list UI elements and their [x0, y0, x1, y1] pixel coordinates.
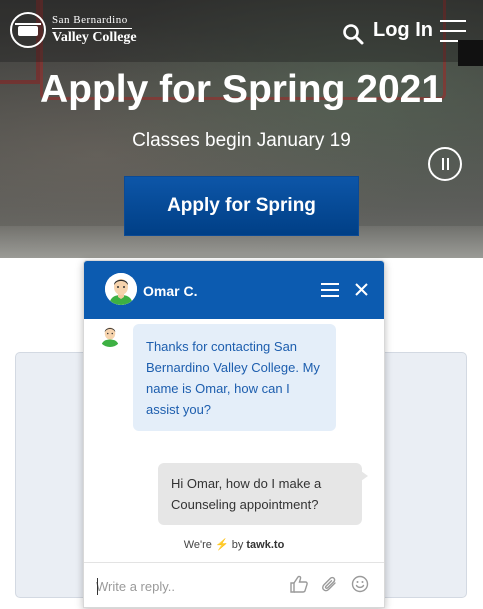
search-icon[interactable]	[341, 22, 365, 46]
agent-name: Omar C.	[143, 283, 198, 299]
thumbs-up-icon[interactable]	[289, 574, 309, 594]
hero-subtitle: Classes begin January 19	[132, 130, 351, 151]
top-navigation-bar: San Bernardino Valley College Log In	[0, 0, 483, 62]
logo-line-2: Valley College	[52, 30, 137, 45]
chat-header: Omar C.	[84, 261, 384, 319]
hero-title: Apply for Spring 2021	[39, 68, 444, 111]
chat-widget: Omar C. Thanks for contacting San Bernar…	[83, 260, 385, 608]
college-logo-icon	[10, 12, 46, 48]
logo-divider	[52, 28, 132, 29]
text-caret	[97, 578, 98, 595]
college-logo[interactable]: San Bernardino Valley College	[10, 10, 140, 54]
apply-for-spring-button[interactable]: Apply for Spring	[124, 176, 359, 236]
powered-by-tawk[interactable]: We're ⚡ by tawk.to	[84, 538, 384, 551]
smiley-icon[interactable]	[350, 574, 370, 594]
pause-icon[interactable]	[428, 147, 462, 181]
agent-avatar	[105, 273, 137, 305]
visitor-message: Hi Omar, how do I make a Counseling appo…	[158, 463, 368, 525]
logo-line-1: San Bernardino	[52, 14, 128, 26]
reply-composer	[84, 562, 384, 607]
hero-banner: San Bernardino Valley College Log In App…	[0, 0, 483, 258]
background-dark-patch	[458, 40, 483, 66]
paperclip-icon[interactable]	[320, 574, 340, 594]
powered-prefix: We're	[183, 539, 212, 551]
chat-menu-icon[interactable]	[321, 283, 339, 297]
tawk-brand: tawk.to	[246, 539, 285, 551]
hamburger-menu-icon[interactable]	[440, 20, 466, 42]
reply-input[interactable]	[96, 575, 276, 597]
agent-message: Thanks for contacting San Bernardino Val…	[133, 324, 336, 431]
powered-by-text: by	[231, 539, 244, 551]
close-icon[interactable]	[354, 282, 369, 297]
login-link[interactable]: Log In	[373, 19, 433, 42]
message-avatar	[98, 323, 122, 347]
lightning-bolt-icon: ⚡	[214, 539, 229, 551]
